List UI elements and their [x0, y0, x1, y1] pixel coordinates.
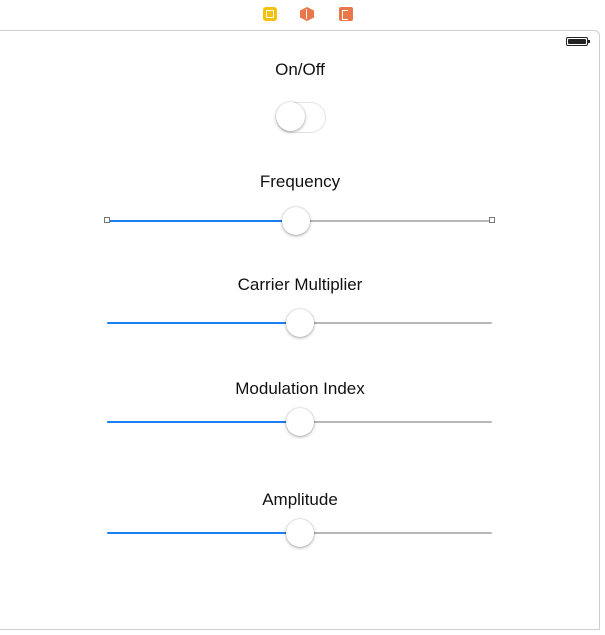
carrier-multiplier-label: Carrier Multiplier [237, 275, 363, 294]
amplitude-slider[interactable] [107, 518, 492, 548]
slider-fill [107, 322, 300, 324]
slider-thumb[interactable] [285, 408, 314, 436]
slider-thumb[interactable] [285, 519, 314, 547]
scene-dock [0, 0, 605, 30]
battery-icon [566, 37, 590, 46]
amplitude-label: Amplitude [262, 490, 338, 509]
exit-icon[interactable] [339, 7, 353, 21]
onoff-switch[interactable] [276, 102, 326, 133]
modulation-index-label: Modulation Index [235, 379, 365, 398]
resize-handle-left[interactable] [104, 217, 110, 223]
view-controller-icon[interactable] [263, 7, 277, 21]
onoff-label: On/Off [275, 60, 325, 79]
frequency-slider[interactable] [104, 206, 495, 236]
switch-knob [276, 102, 305, 131]
slider-thumb[interactable] [285, 309, 314, 337]
first-responder-icon[interactable] [300, 7, 314, 21]
slider-thumb[interactable] [281, 207, 310, 235]
resize-handle-right[interactable] [489, 217, 495, 223]
slider-fill [107, 421, 300, 423]
carrier-multiplier-slider[interactable] [107, 308, 492, 338]
slider-fill [107, 532, 300, 534]
frequency-label: Frequency [259, 172, 341, 191]
slider-fill [107, 220, 296, 222]
modulation-index-slider[interactable] [107, 407, 492, 437]
